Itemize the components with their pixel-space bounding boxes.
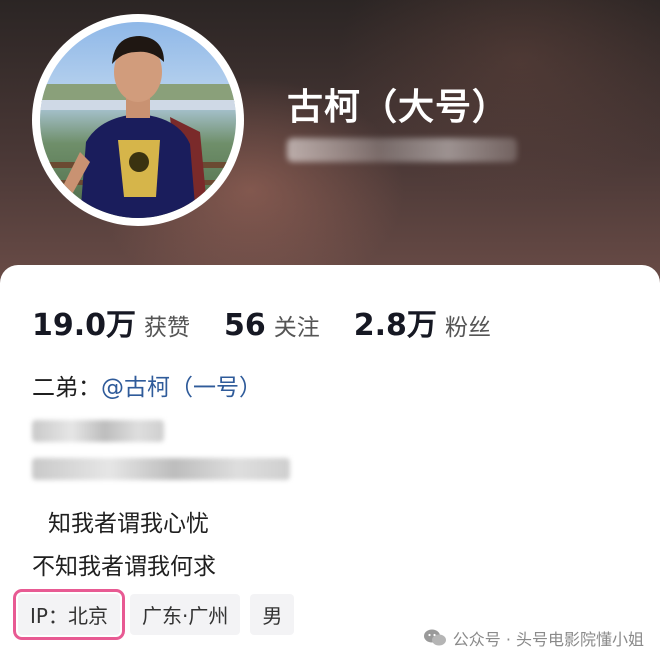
- profile-nickname: 古柯（大号）: [287, 87, 510, 128]
- bio-text-line-1: 知我者谓我心忧: [48, 511, 209, 537]
- watermark: 公众号 · 头号电影院懂小姐: [423, 626, 644, 650]
- stat-followers-label: 粉丝: [444, 315, 491, 341]
- redacted-account-id: [287, 138, 517, 162]
- profile-stats: 19.0万 获赞 56 关注 2.8万 粉丝: [32, 300, 525, 343]
- stat-likes[interactable]: 19.0万 获赞: [32, 300, 190, 344]
- redacted-bio-line: [32, 458, 290, 480]
- wechat-icon: [423, 629, 446, 646]
- stat-followers[interactable]: 2.8万 粉丝: [354, 300, 491, 344]
- stat-likes-label: 获赞: [144, 315, 191, 341]
- profile-header: 古柯（大号）: [0, 0, 660, 285]
- profile-tags: IP：北京 广东·广州 男: [13, 589, 295, 640]
- redacted-bio-line: [32, 420, 164, 442]
- avatar-photo: [40, 22, 236, 218]
- stat-following-label: 关注: [273, 315, 320, 341]
- bio-sibling-mention-link[interactable]: @古柯（一号）: [101, 375, 262, 401]
- gender-tag: 男: [250, 594, 295, 635]
- stat-likes-value: 19.0万: [32, 308, 137, 343]
- stat-following-value: 56: [224, 308, 266, 343]
- bio-sibling-line: 二弟：@古柯（一号）: [32, 368, 262, 402]
- watermark-text: 公众号 · 头号电影院懂小姐: [452, 630, 644, 649]
- avatar[interactable]: [32, 14, 244, 226]
- bio-sibling-prefix: 二弟：: [32, 375, 101, 401]
- location-tag: 广东·广州: [129, 594, 241, 635]
- stat-following[interactable]: 56 关注: [224, 308, 320, 343]
- stat-followers-value: 2.8万: [353, 308, 437, 343]
- bio-text-line-2: 不知我者谓我何求: [32, 554, 216, 580]
- ip-location-tag: IP：北京: [13, 589, 125, 640]
